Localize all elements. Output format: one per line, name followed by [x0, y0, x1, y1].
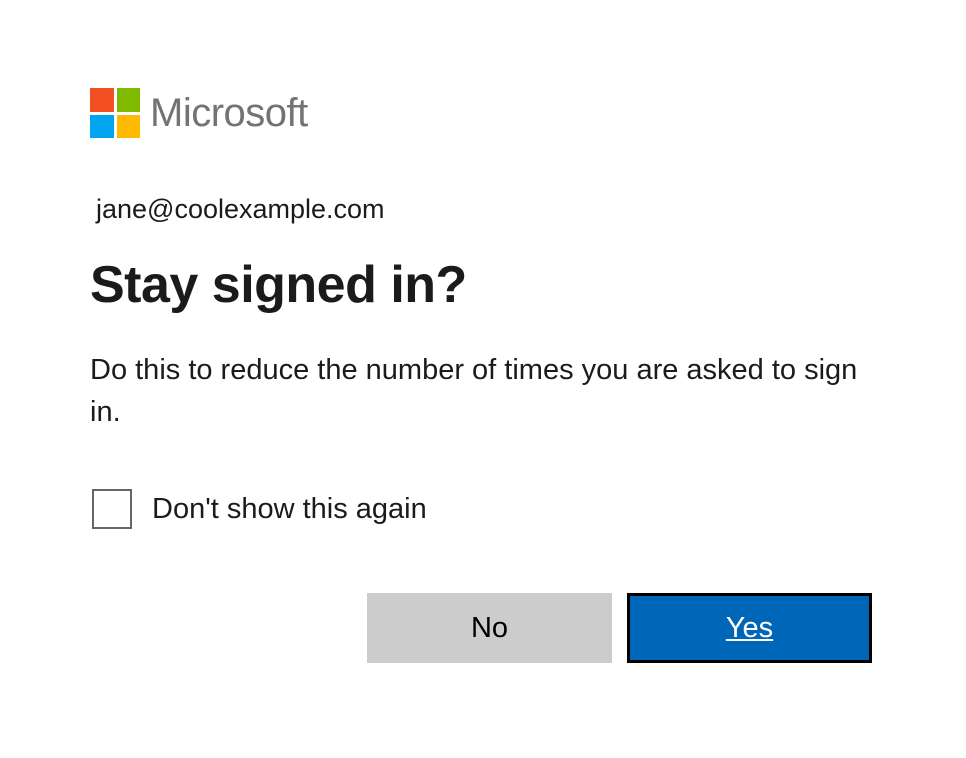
- account-email: jane@coolexample.com: [96, 194, 876, 225]
- dont-show-again-row[interactable]: Don't show this again: [92, 489, 876, 529]
- brand-name: Microsoft: [150, 91, 308, 136]
- signin-dialog: Microsoft jane@coolexample.com Stay sign…: [0, 0, 966, 663]
- prompt-description: Do this to reduce the number of times yo…: [90, 349, 870, 433]
- page-title: Stay signed in?: [90, 255, 876, 315]
- dont-show-again-label[interactable]: Don't show this again: [152, 493, 427, 526]
- action-buttons: No Yes: [90, 593, 876, 663]
- microsoft-logo-icon: [90, 88, 140, 138]
- yes-button[interactable]: Yes: [627, 593, 872, 663]
- brand-header: Microsoft: [90, 88, 876, 138]
- no-button[interactable]: No: [367, 593, 612, 663]
- dont-show-again-checkbox[interactable]: [92, 489, 132, 529]
